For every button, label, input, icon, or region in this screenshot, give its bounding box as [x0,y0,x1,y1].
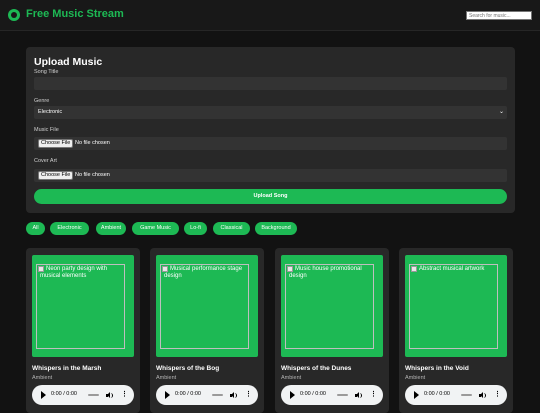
play-icon[interactable] [290,391,295,399]
song-title-input[interactable] [34,77,507,90]
cover-art: Music house promotional design [281,255,383,357]
cover-no-file-text: No file chosen [75,172,110,178]
top-bar: Free Music Stream [0,0,540,31]
song-genre: Ambient [281,375,302,381]
audio-player: 0:00 / 0:00 ⋮ [281,385,383,405]
play-icon[interactable] [165,391,170,399]
broken-image: Music house promotional design [285,264,374,349]
filter-electronic[interactable]: Electronic [50,222,89,235]
search-input[interactable] [466,11,532,20]
upload-heading: Upload Music [34,56,103,68]
play-icon[interactable] [414,391,419,399]
more-options-icon[interactable]: ⋮ [121,390,128,398]
filter-classical[interactable]: Classical [213,222,250,235]
song-genre: Ambient [405,375,426,381]
player-time: 0:00 / 0:00 [300,391,326,397]
more-options-icon[interactable]: ⋮ [494,390,501,398]
player-time: 0:00 / 0:00 [424,391,450,397]
filter-all[interactable]: All [26,222,45,235]
upload-song-button[interactable]: Upload Song [34,189,507,204]
progress-bar[interactable] [337,394,348,396]
brand-title[interactable]: Free Music Stream [26,8,124,20]
cover-alt-text: Abstract musical artwork [419,266,485,272]
chevron-down-icon: ⌄ [498,109,504,115]
music-choose-file-button[interactable]: Choose File [38,139,74,148]
song-genre: Ambient [32,375,53,381]
player-time: 0:00 / 0:00 [51,391,77,397]
song-card: Neon party design with musical elements … [26,248,140,413]
upload-panel: Upload Music Song Title Genre Electronic… [26,47,515,213]
filter-lofi[interactable]: Lo-fi [184,222,207,235]
song-title: Whispers of the Dunes [281,365,352,372]
volume-icon[interactable] [230,392,237,399]
cover-art: Abstract musical artwork [405,255,507,357]
volume-icon[interactable] [479,392,486,399]
genre-selected-value: Electronic [38,109,63,115]
genre-select[interactable]: Electronic ⌄ [34,106,507,119]
filter-game-music[interactable]: Game Music [132,222,179,235]
cover-art-input: Choose File No file chosen [34,169,507,182]
music-no-file-text: No file chosen [75,140,110,146]
broken-image: Musical performance stage design [160,264,249,349]
song-card: Abstract musical artwork Whispers in the… [399,248,513,413]
player-time: 0:00 / 0:00 [175,391,201,397]
song-title-label: Song Title [34,69,59,75]
filter-background[interactable]: Background [255,222,297,235]
song-card: Music house promotional design Whispers … [275,248,389,413]
music-disc-icon [8,9,20,21]
volume-icon[interactable] [355,392,362,399]
cover-art: Musical performance stage design [156,255,258,357]
cover-art-label: Cover Art [34,158,57,164]
cover-art: Neon party design with musical elements [32,255,134,357]
play-icon[interactable] [41,391,46,399]
progress-bar[interactable] [461,394,472,396]
more-options-icon[interactable]: ⋮ [245,390,252,398]
music-file-input: Choose File No file chosen [34,137,507,150]
cover-alt-text: Neon party design with musical elements [40,266,108,280]
song-title: Whispers in the Marsh [32,365,102,372]
song-title: Whispers in the Void [405,365,469,372]
genre-label: Genre [34,98,50,104]
broken-image: Neon party design with musical elements [36,264,125,349]
volume-icon[interactable] [106,392,113,399]
audio-player: 0:00 / 0:00 ⋮ [156,385,258,405]
song-card: Musical performance stage design Whisper… [150,248,264,413]
music-file-label: Music File [34,127,59,133]
cover-alt-text: Musical performance stage design [164,266,243,280]
more-options-icon[interactable]: ⋮ [370,390,377,398]
song-genre: Ambient [156,375,177,381]
progress-bar[interactable] [88,394,99,396]
song-title: Whispers of the Bog [156,365,220,372]
audio-player: 0:00 / 0:00 ⋮ [32,385,134,405]
cover-choose-file-button[interactable]: Choose File [38,171,74,180]
broken-image: Abstract musical artwork [409,264,498,349]
cover-alt-text: Music house promotional design [289,266,362,280]
filter-ambient[interactable]: Ambient [96,222,126,235]
audio-player: 0:00 / 0:00 ⋮ [405,385,507,405]
progress-bar[interactable] [212,394,223,396]
